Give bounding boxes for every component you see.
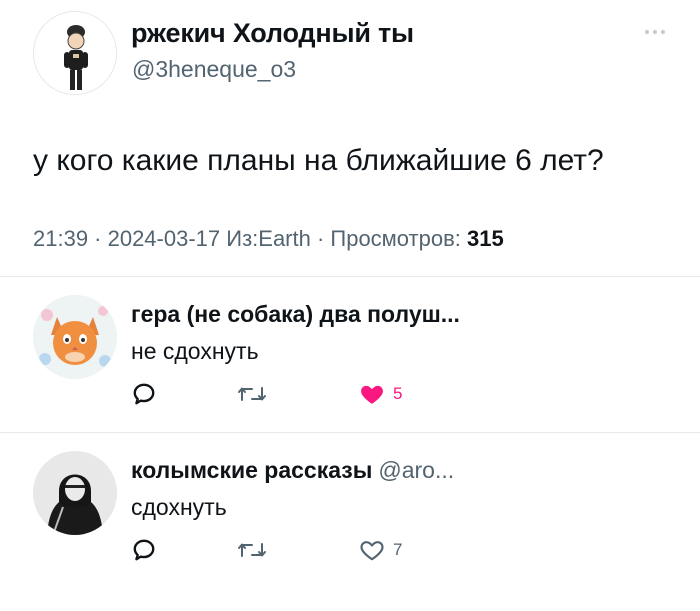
reply-author-name[interactable]: гера (не собака) два полуш... [131,301,460,328]
reply-display-name[interactable]: гера (не собака) два полуш... [131,301,460,327]
reply-text: сдохнуть [131,494,227,520]
author-avatar[interactable] [33,11,117,95]
like-count: 7 [393,540,403,559]
reply-bubble-icon [133,539,155,561]
retweet-button[interactable] [237,537,267,563]
person-figure-avatar-icon [34,12,116,94]
heart-filled-icon [361,385,383,404]
heart-outline-icon [360,541,384,561]
more-options-icon[interactable] [645,24,675,40]
hooded-figure-avatar-icon [33,451,117,535]
retweet-icon [238,543,266,557]
reply-display-name[interactable]: колымские рассказы [131,457,372,483]
reply-text: не сдохнуть [131,338,259,364]
reply-button[interactable] [131,381,157,407]
view-count: 315 [467,226,504,251]
like-button[interactable]: 5 [359,381,402,407]
reply-item[interactable]: колымские рассказы @aro... сдохнуть 7 [0,433,700,611]
orange-cat-avatar-icon [33,295,117,379]
main-tweet: ржекич Холодный ты @3heneque_o3 у кого к… [0,0,700,275]
reply-avatar[interactable] [33,295,117,379]
retweet-icon [238,387,266,401]
reply-handle[interactable]: @aro... [378,457,454,483]
reply-bubble-icon [133,383,155,405]
tweet-timestamp-source: 21:39 · 2024-03-17 Из:Earth · Просмотров… [33,226,468,251]
retweet-button[interactable] [237,381,267,407]
like-count: 5 [393,384,403,403]
reply-avatar[interactable] [33,451,117,535]
tweet-text: у кого какие планы на ближайшие 6 лет? [33,144,604,177]
author-handle[interactable]: @3heneque_o3 [132,56,296,83]
reply-button[interactable] [131,537,157,563]
like-button[interactable]: 7 [359,537,402,563]
reply-item[interactable]: гера (не собака) два полуш... не сдохнут… [0,277,700,432]
reply-author-name[interactable]: колымские рассказы @aro... [131,457,454,484]
tweet-meta: 21:39 · 2024-03-17 Из:Earth · Просмотров… [33,226,504,252]
author-display-name[interactable]: ржекич Холодный ты [131,18,414,49]
